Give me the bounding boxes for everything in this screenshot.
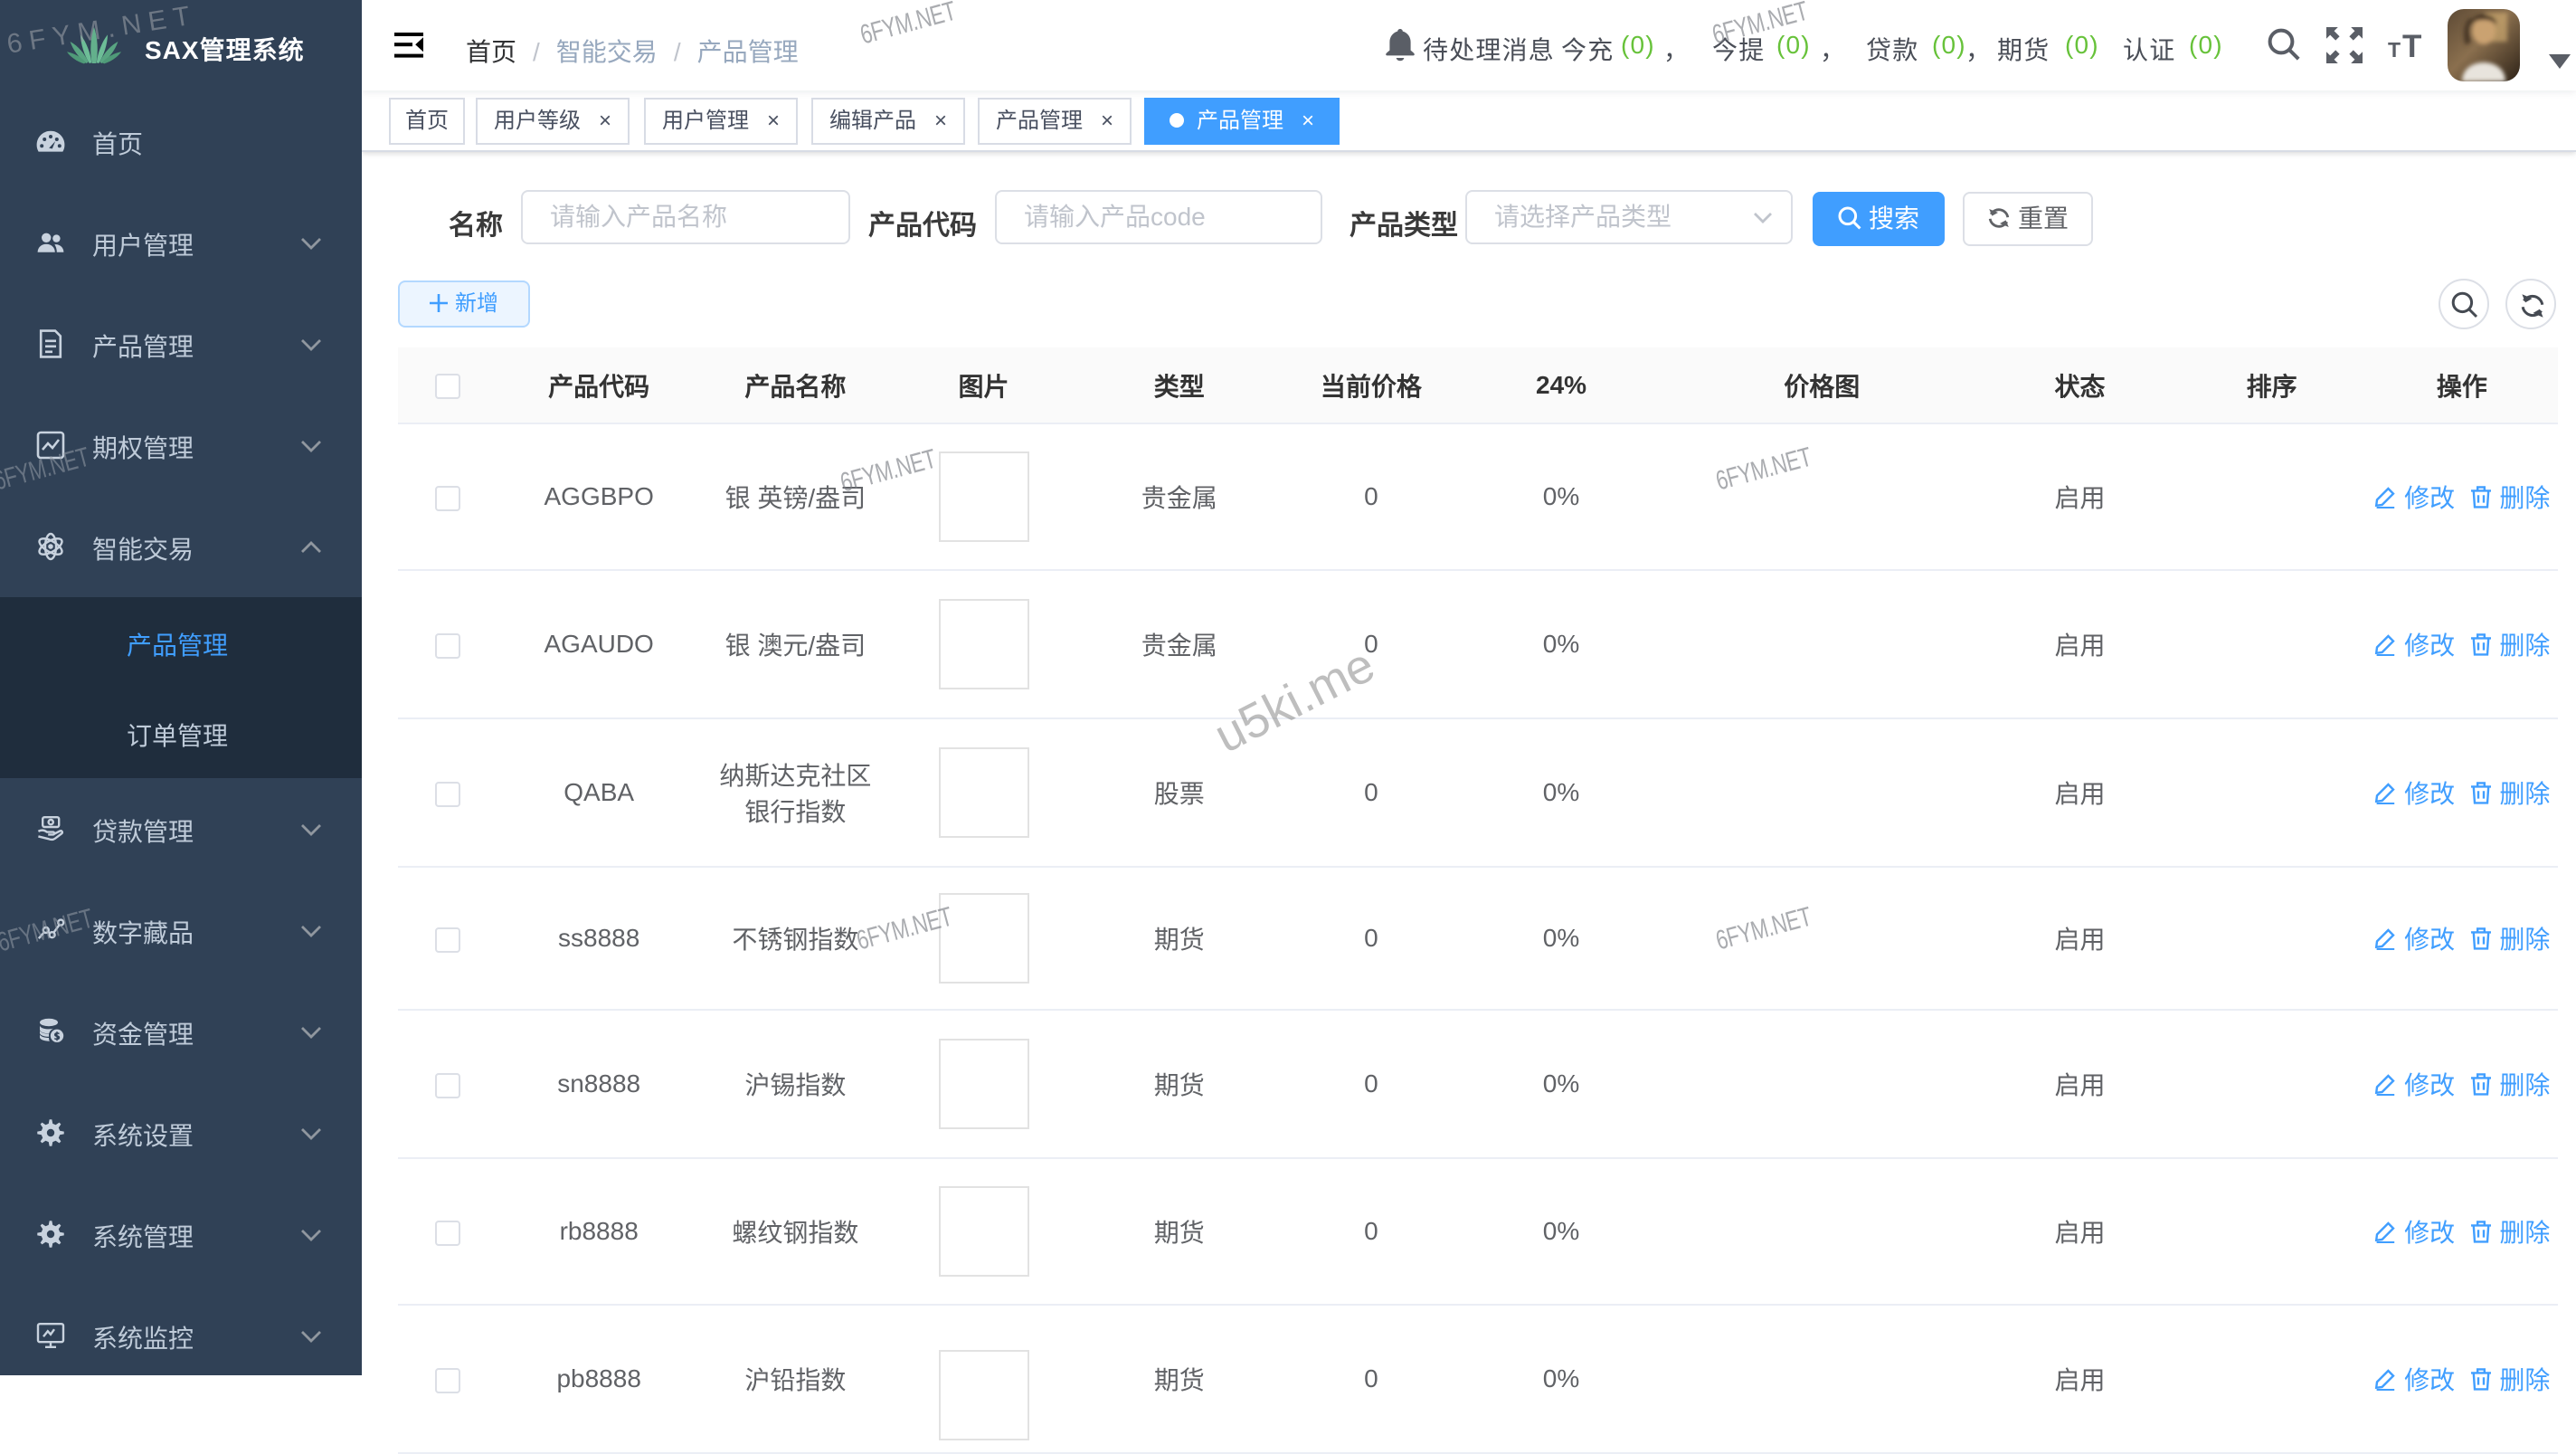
svg-text:T: T bbox=[2402, 29, 2421, 63]
svg-text:T: T bbox=[2388, 38, 2401, 62]
